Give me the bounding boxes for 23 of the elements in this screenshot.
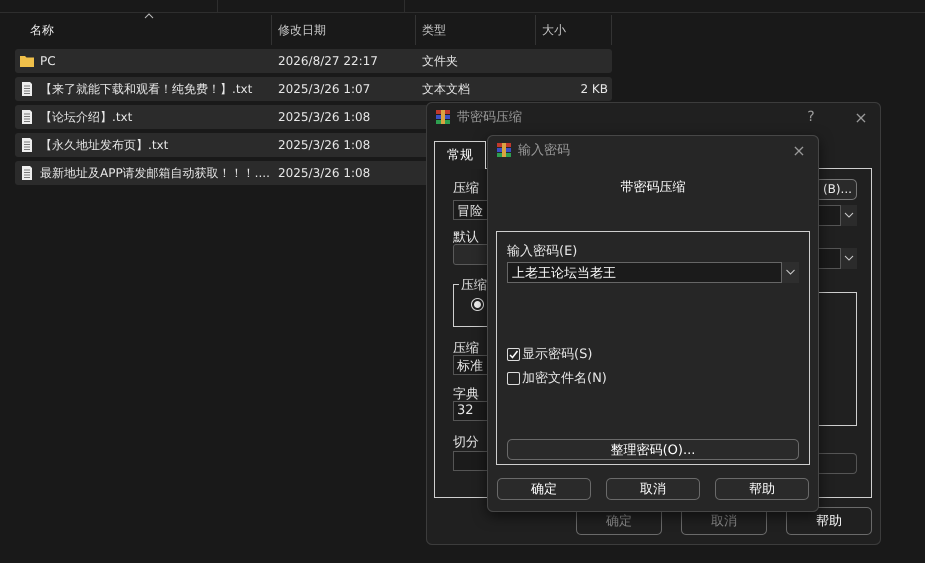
- checkbox-label: 显示密码(S): [522, 346, 592, 363]
- field-label: 切分: [453, 434, 480, 449]
- date-cell: 2025/3/26 1:08: [278, 138, 370, 152]
- field-label: 输入密码(E): [507, 243, 578, 260]
- date-cell: 2025/3/26 1:07: [278, 82, 370, 96]
- field-label: 压缩: [453, 340, 480, 355]
- checkbox-label: 加密文件名(N): [522, 370, 607, 387]
- type-cell: 文本文档: [422, 82, 470, 96]
- type-cell: 文件夹: [422, 54, 458, 68]
- window-title: 带密码压缩: [457, 109, 523, 126]
- date-cell: 2025/3/26 1:08: [278, 166, 370, 180]
- dialog-heading: 带密码压缩: [620, 179, 686, 196]
- file-name: 【论坛介绍】.txt: [40, 108, 132, 126]
- date-cell: 2025/3/26 1:08: [278, 110, 370, 124]
- size-cell: 2 KB: [580, 82, 608, 96]
- window-title: 输入密码: [518, 142, 571, 159]
- file-name: PC: [40, 54, 56, 68]
- file-name: 【来了就能下载和观看！纯免费！】.txt: [40, 80, 252, 98]
- file-name: 最新地址及APP请发邮箱自动获取！！！....: [40, 164, 270, 182]
- field-label: 默认: [453, 229, 480, 244]
- file-name: 【永久地址发布页】.txt: [40, 136, 168, 154]
- field-label: 字典: [453, 386, 480, 401]
- date-cell: 2026/8/27 22:17: [278, 54, 378, 68]
